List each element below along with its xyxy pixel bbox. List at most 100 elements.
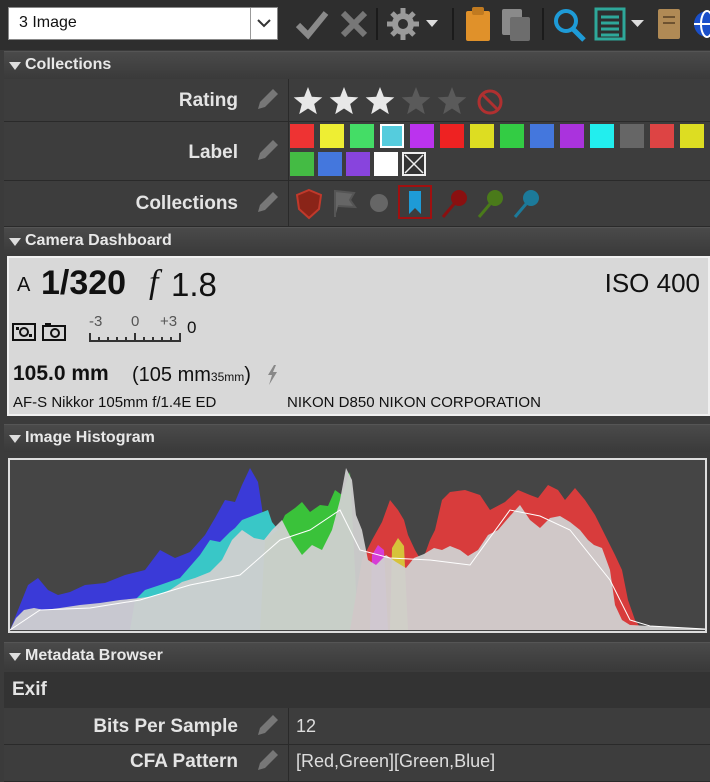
green-pin-icon[interactable] — [474, 187, 506, 221]
color-swatch[interactable] — [620, 124, 644, 148]
divider — [288, 181, 289, 226]
color-swatch[interactable] — [350, 124, 374, 148]
gear-icon[interactable] — [386, 5, 442, 43]
focal-length: 105.0 mm — [13, 362, 109, 385]
divider — [288, 708, 289, 744]
color-swatch[interactable] — [560, 124, 584, 148]
search-icon[interactable] — [552, 5, 588, 43]
star-icon[interactable] — [437, 87, 467, 115]
panel-title: Collections — [25, 56, 112, 73]
lens-name: AF-S Nikkor 105mm f/1.4E ED — [13, 394, 217, 411]
histogram-luminance — [10, 468, 705, 630]
color-swatch[interactable] — [440, 124, 464, 148]
panel-title: Metadata Browser — [25, 647, 163, 664]
exif-section-title: Exif — [12, 679, 47, 700]
collections-panel-header[interactable]: Collections — [4, 51, 710, 79]
color-swatch[interactable] — [530, 124, 554, 148]
color-swatch[interactable] — [500, 124, 524, 148]
focal-35mm-value: (105 mm — [132, 364, 211, 386]
metadata-row: Bits Per Sample 12 — [4, 708, 710, 745]
no-label-icon[interactable] — [402, 152, 426, 176]
color-swatch[interactable] — [650, 124, 674, 148]
selection-value: 3 Image — [19, 14, 77, 31]
toolbar: 3 Image — [0, 0, 710, 50]
focal-35mm-subscript: 35mm — [210, 370, 245, 384]
metering-matrix-icon — [12, 323, 36, 341]
toolbar-divider — [376, 8, 378, 40]
color-swatch[interactable] — [410, 124, 434, 148]
pencil-icon[interactable] — [254, 748, 280, 774]
flag-icon[interactable] — [330, 187, 360, 221]
chevron-down-icon[interactable] — [250, 8, 277, 39]
camera-dashboard: A 1/320 f 1.8 ISO 400 -3 0 +3 0 105.0 mm… — [7, 256, 710, 416]
collapse-triangle-icon[interactable] — [9, 238, 21, 246]
toolbar-divider — [542, 8, 544, 40]
close-icon[interactable] — [338, 5, 370, 43]
flash-icon — [268, 365, 277, 385]
label-label: Label — [188, 142, 238, 163]
pencil-icon[interactable] — [254, 190, 280, 216]
iso-value: ISO 400 — [604, 268, 700, 298]
collapse-triangle-icon[interactable] — [9, 435, 21, 443]
color-swatch[interactable] — [374, 152, 398, 176]
histogram-header[interactable]: Image Histogram — [4, 424, 710, 452]
star-rating[interactable] — [290, 85, 510, 117]
bookmark-selected[interactable] — [398, 185, 432, 219]
color-swatch[interactable] — [470, 124, 494, 148]
camera-dashboard-header[interactable]: Camera Dashboard — [4, 227, 710, 255]
star-icon[interactable] — [329, 87, 359, 115]
focal-35mm-close: ) — [244, 364, 251, 386]
collapse-triangle-icon[interactable] — [9, 62, 21, 70]
color-swatch[interactable] — [320, 124, 344, 148]
metadata-field-value[interactable]: 12 — [296, 716, 316, 737]
blue-pin-icon[interactable] — [510, 187, 542, 221]
panel-title: Camera Dashboard — [25, 232, 172, 249]
collections-label: Collections — [135, 193, 238, 214]
color-swatch[interactable] — [346, 152, 370, 176]
ev-value: 0 — [187, 318, 197, 337]
divider — [288, 122, 289, 180]
star-icon[interactable] — [401, 87, 431, 115]
red-pin-icon[interactable] — [438, 187, 470, 221]
rating-row: Rating — [4, 79, 710, 122]
exposure-mode: A — [17, 274, 31, 296]
copy-clipboard-icon[interactable] — [500, 5, 532, 43]
circle-tag-icon[interactable] — [368, 187, 398, 221]
exif-section[interactable]: Exif — [4, 672, 710, 708]
ev-scale-max: +3 — [160, 313, 178, 330]
collapse-triangle-icon[interactable] — [9, 653, 21, 661]
metadata-browser-header[interactable]: Metadata Browser — [4, 642, 710, 670]
histogram-plot — [9, 468, 706, 631]
f-symbol: f — [149, 264, 159, 301]
color-swatch[interactable] — [380, 124, 404, 148]
ev-scale-min: -3 — [89, 313, 103, 330]
metadata-field-label: CFA Pattern — [129, 751, 238, 772]
list-view-icon[interactable] — [594, 5, 648, 43]
pencil-icon[interactable] — [254, 138, 280, 164]
clear-rating-icon[interactable] — [477, 89, 503, 115]
book-icon[interactable] — [654, 5, 684, 43]
bookmark-icon — [409, 191, 421, 214]
metadata-field-label: Bits Per Sample — [93, 716, 238, 737]
selection-dropdown[interactable]: 3 Image — [8, 7, 278, 40]
collections-row: Collections — [4, 181, 710, 227]
star-icon[interactable] — [293, 87, 323, 115]
star-icon[interactable] — [365, 87, 395, 115]
globe-icon[interactable] — [692, 5, 710, 43]
color-swatch[interactable] — [318, 152, 342, 176]
metadata-row: CFA Pattern [Red,Green][Green,Blue] — [4, 745, 710, 782]
metadata-field-value[interactable]: [Red,Green][Green,Blue] — [296, 751, 495, 772]
color-swatch[interactable] — [290, 124, 314, 148]
color-swatch[interactable] — [680, 124, 704, 148]
color-swatch[interactable] — [290, 152, 314, 176]
shield-icon[interactable] — [294, 187, 324, 221]
focal-length-35mm: (105 mm35mm) — [132, 364, 251, 387]
pencil-icon[interactable] — [254, 87, 280, 113]
label-row: Label — [4, 122, 710, 181]
pencil-icon[interactable] — [254, 713, 280, 739]
ev-scale-zero: 0 — [131, 313, 140, 330]
check-icon[interactable] — [294, 5, 330, 43]
color-swatch[interactable] — [590, 124, 614, 148]
camera-model: NIKON D850 NIKON CORPORATION — [287, 394, 541, 411]
paste-clipboard-icon[interactable] — [463, 5, 493, 43]
